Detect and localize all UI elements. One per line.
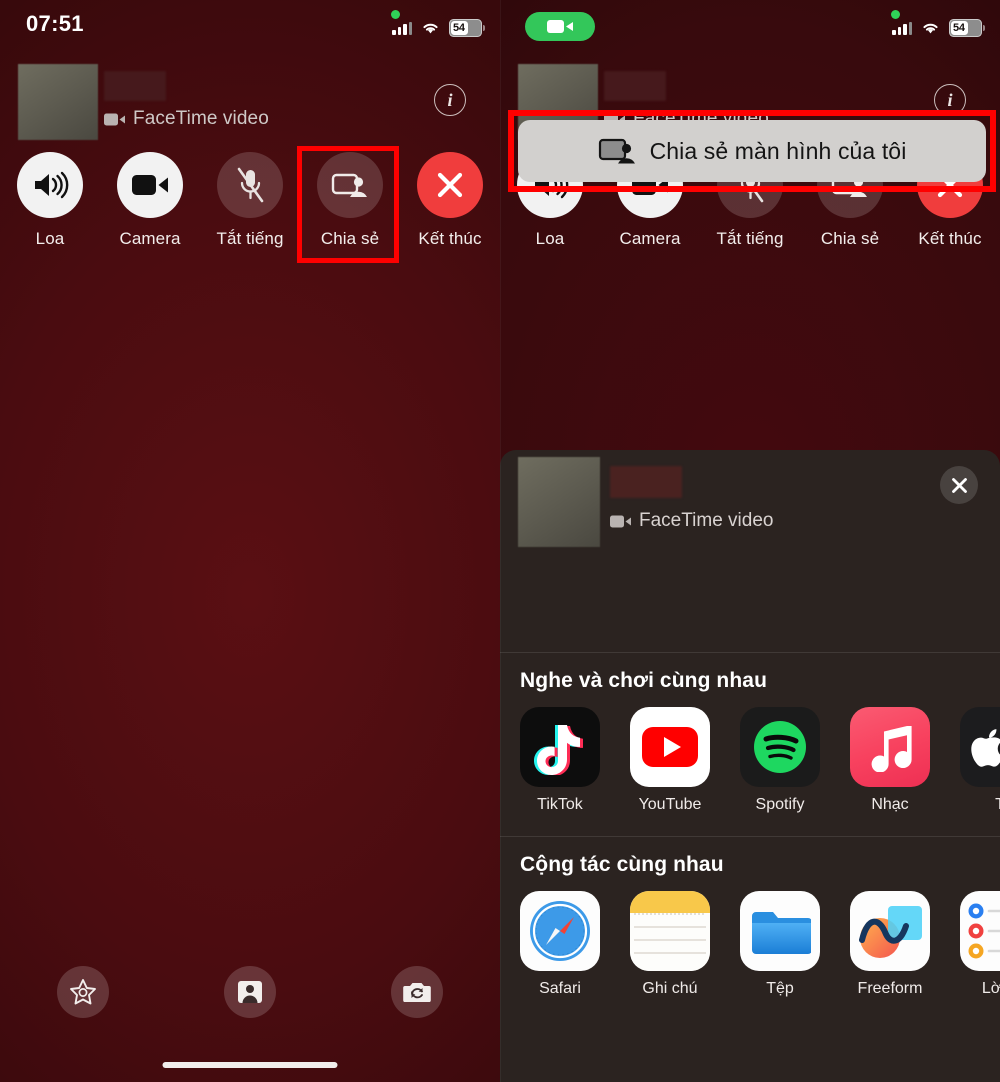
app-tile-appletv[interactable]: t T: [960, 707, 1000, 814]
highlight-box-share-my-screen: [508, 110, 996, 192]
bottom-effects[interactable]: [0, 966, 167, 1018]
shareplay-sheet: FaceTime video Nghe và chơi cùng nhau Ti…: [500, 450, 1000, 1082]
facetime-label: FaceTime video: [133, 108, 269, 129]
app-row: TikTok YouTube Spotify Nhạc: [500, 707, 1000, 814]
app-label: Ghi chú: [642, 980, 698, 997]
person-portrait-icon: [224, 966, 276, 1018]
speaker-waves-icon: [17, 152, 83, 218]
app-tile-notes[interactable]: Ghi chú: [630, 891, 710, 998]
caller-name-redacted: [610, 466, 682, 498]
control-mute[interactable]: Tắt tiếng: [200, 152, 300, 249]
left-call-controls: Loa Camera Tắt tiếng Chia sẻ Kết thúc: [0, 152, 500, 249]
close-x-icon[interactable]: [940, 466, 978, 504]
app-tile-youtube[interactable]: YouTube: [630, 707, 710, 814]
control-label: Tắt tiếng: [216, 229, 284, 248]
apple-music-icon: [850, 707, 930, 787]
app-label: TikTok: [537, 796, 583, 813]
cellular-bars-icon: [892, 21, 912, 35]
control-label: Loa: [535, 229, 565, 248]
app-label: Freeform: [857, 980, 923, 997]
battery-level-text: 54: [953, 22, 965, 34]
effects-star-icon: [57, 966, 110, 1018]
app-tile-freeform[interactable]: Freeform: [850, 891, 930, 998]
facetime-label-row: FaceTime video: [610, 510, 773, 532]
facetime-label-row: FaceTime video: [104, 108, 269, 130]
video-camera-icon: [117, 152, 183, 218]
control-label: Kết thúc: [918, 229, 982, 248]
microphone-slash-icon: [217, 152, 283, 218]
app-tile-spotify[interactable]: Spotify: [740, 707, 820, 814]
control-speaker[interactable]: Loa: [0, 152, 100, 249]
highlight-box-share-button: [297, 146, 399, 263]
reminders-icon: [960, 891, 1000, 971]
app-label: Nhạc: [871, 796, 909, 813]
status-indicators: 54: [892, 19, 985, 37]
app-tile-music[interactable]: Nhạc: [850, 707, 930, 814]
right-status-bar: 54: [500, 0, 1000, 46]
app-label: Lời n: [981, 980, 1000, 997]
control-camera[interactable]: Camera: [100, 152, 200, 249]
apple-tv-icon: t: [960, 707, 1000, 787]
youtube-icon: [630, 707, 710, 787]
status-clock: 07:51: [26, 11, 84, 36]
files-icon: [740, 891, 820, 971]
wifi-icon: [423, 23, 438, 34]
left-phone-screen: 07:51 54 FaceTime video i Loa Camera Tắt…: [0, 0, 500, 1082]
green-recording-dot-icon: [891, 10, 900, 19]
app-label: Safari: [539, 980, 581, 997]
app-label: YouTube: [638, 796, 702, 813]
control-label: Loa: [35, 229, 65, 248]
tiktok-icon: [520, 707, 600, 787]
caller-name-redacted: [104, 71, 166, 101]
caller-avatar: [518, 457, 600, 547]
control-label: Tắt tiếng: [716, 229, 784, 248]
green-video-pill-icon: [525, 12, 595, 41]
control-end-call[interactable]: Kết thúc: [400, 152, 500, 249]
video-camera-icon: [104, 113, 125, 125]
screenshot-stage: 07:51 54 FaceTime video i Loa Camera Tắt…: [0, 0, 1000, 1082]
status-indicators: 54: [392, 19, 485, 37]
info-circle-icon[interactable]: i: [434, 84, 466, 116]
left-status-bar: 07:51 54: [0, 0, 500, 46]
share-sheet-header: FaceTime video: [500, 450, 1000, 558]
home-indicator: [162, 1062, 338, 1068]
wifi-icon: [923, 23, 938, 34]
app-label: Tệp: [766, 980, 794, 997]
notes-icon: [630, 891, 710, 971]
app-label: T: [995, 796, 1000, 814]
control-label: Kết thúc: [418, 229, 482, 248]
cellular-bars-icon: [392, 21, 412, 35]
facetime-label: FaceTime video: [639, 510, 774, 531]
section-listen-play-together: Nghe và chơi cùng nhau TikTok YouTube Sp…: [500, 653, 1000, 814]
section-title: Nghe và chơi cùng nhau: [520, 669, 767, 692]
battery-icon: 54: [949, 19, 985, 37]
app-tile-reminders[interactable]: Lời n: [960, 891, 1000, 998]
app-row: Safari Ghi chú Tệp Freeform Lờ: [500, 891, 1000, 998]
video-camera-icon: [610, 515, 631, 527]
control-label: Camera: [619, 229, 681, 248]
battery-level-text: 54: [453, 22, 465, 34]
section-title: Cộng tác cùng nhau: [520, 853, 724, 876]
left-bottom-controls: [0, 966, 500, 1018]
app-tile-tiktok[interactable]: TikTok: [520, 707, 600, 814]
green-recording-dot-icon: [391, 10, 400, 19]
app-label: Spotify: [755, 796, 805, 813]
bottom-flip-camera[interactable]: [333, 966, 500, 1018]
caller-name-redacted: [604, 71, 666, 101]
control-label: Chia sẻ: [820, 229, 880, 248]
camera-flip-icon: [390, 966, 443, 1018]
caller-avatar: [18, 64, 98, 140]
right-phone-screen: 54 FaceTime video i Loa Camera Tắt tiếng…: [500, 0, 1000, 1082]
freeform-icon: [850, 891, 930, 971]
control-label: Camera: [119, 229, 181, 248]
section-collaborate-together: Cộng tác cùng nhau Safari Ghi chú Tệp Fr…: [500, 837, 1000, 998]
app-tile-safari[interactable]: Safari: [520, 891, 600, 998]
close-x-icon: [417, 152, 483, 218]
safari-icon: [520, 891, 600, 971]
bottom-portrait[interactable]: [167, 966, 334, 1018]
left-call-header: FaceTime video i: [0, 64, 500, 142]
battery-icon: 54: [449, 19, 485, 37]
spotify-icon: [740, 707, 820, 787]
app-tile-files[interactable]: Tệp: [740, 891, 820, 998]
